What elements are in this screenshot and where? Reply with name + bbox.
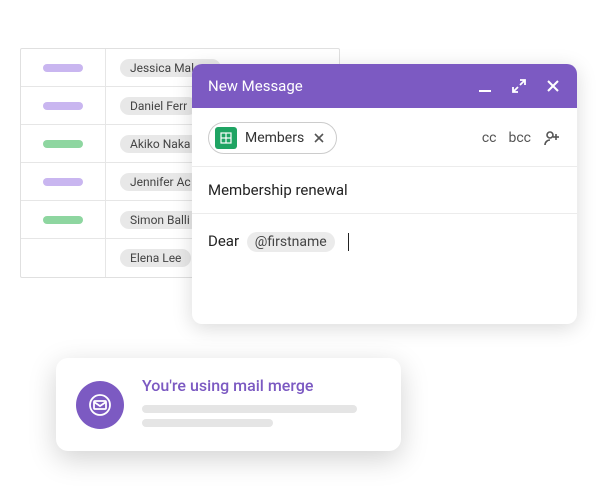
member-name-chip[interactable]: Simon Balli: [120, 211, 200, 229]
expand-icon[interactable]: [511, 78, 527, 94]
cc-button[interactable]: cc: [482, 130, 497, 146]
recipient-chip-label: Members: [245, 130, 304, 146]
skeleton-line: [142, 405, 357, 413]
mail-merge-badge-icon: [76, 381, 124, 429]
status-cell: [21, 49, 106, 86]
status-pill: [43, 216, 83, 224]
subject-input[interactable]: Membership renewal: [192, 167, 577, 214]
remove-recipient-icon[interactable]: [312, 131, 326, 145]
member-name-chip[interactable]: Jennifer Ac: [120, 173, 201, 191]
compose-header: New Message: [192, 64, 577, 108]
status-cell: [21, 201, 106, 238]
status-cell: [21, 125, 106, 162]
status-pill: [43, 64, 83, 72]
member-name-chip[interactable]: Akiko Naka: [120, 135, 200, 153]
close-icon[interactable]: [545, 78, 561, 94]
compose-title: New Message: [208, 77, 477, 95]
mail-merge-notice-card: You're using mail merge: [56, 358, 401, 451]
status-pill: [43, 140, 83, 148]
mail-merge-content: You're using mail merge: [142, 376, 381, 433]
status-cell: [21, 163, 106, 200]
status-cell: [21, 87, 106, 124]
subject-text: Membership renewal: [208, 181, 348, 199]
recipient-chip[interactable]: Members: [208, 122, 337, 154]
body-greeting-text: Dear: [208, 232, 239, 250]
sheets-icon: [215, 127, 237, 149]
minimize-icon[interactable]: [477, 78, 493, 94]
mail-merge-title: You're using mail merge: [142, 376, 381, 395]
add-recipient-icon[interactable]: [543, 129, 561, 147]
compose-window: New Message Members: [192, 64, 577, 324]
compose-window-actions: [477, 78, 561, 94]
recipients-row[interactable]: Members cc bcc: [192, 108, 577, 167]
compose-body[interactable]: Dear @firstname: [192, 214, 577, 324]
text-cursor: [348, 233, 349, 251]
status-pill: [43, 102, 83, 110]
status-pill: [43, 178, 83, 186]
skeleton-line: [142, 419, 273, 427]
member-name-chip[interactable]: Daniel Ferr: [120, 97, 197, 115]
member-name-chip[interactable]: Elena Lee: [120, 249, 191, 267]
merge-field-token[interactable]: @firstname: [247, 232, 335, 252]
status-cell: [21, 239, 106, 277]
bcc-button[interactable]: bcc: [508, 130, 531, 146]
